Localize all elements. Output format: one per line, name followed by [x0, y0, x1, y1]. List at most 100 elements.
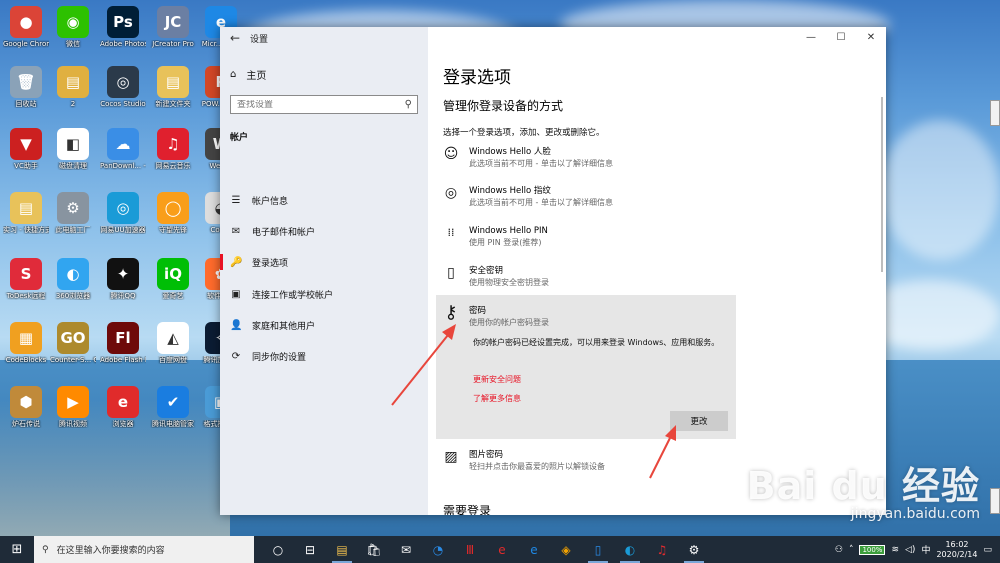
desktop-icon-label: 炉石传说 — [12, 420, 40, 428]
desktop-icon[interactable]: S ToDesk远程 — [3, 258, 49, 300]
desktop-icon[interactable]: ▤ 2 — [50, 66, 96, 108]
app-icon: ◯ — [157, 192, 189, 224]
notification-icon[interactable]: ▭ — [983, 545, 992, 555]
taskbar-search[interactable]: ⚲ 在这里输入你要搜索的内容 — [34, 536, 254, 563]
desktop-icon[interactable]: ▶ 腾讯视频 — [50, 386, 96, 428]
desktop-icon[interactable]: ✦ 腾讯QQ — [100, 258, 146, 300]
desktop-icon[interactable]: ◯ 守望先锋 — [150, 192, 196, 234]
app-icon: ⚙ — [57, 192, 89, 224]
taskbar-app-icon[interactable]: ⚙ — [678, 536, 710, 563]
nav-item-sign-in-options[interactable]: 🔑 登录选项 — [220, 249, 428, 275]
desktop-icon[interactable]: ☁ PanDownl... - 快捷方式 — [100, 128, 146, 170]
settings-search-box[interactable]: ⚲ — [230, 95, 418, 114]
maximize-icon[interactable]: ☐ — [826, 27, 856, 49]
desktop-icon[interactable]: Fl Adobe Flash Profession... — [100, 322, 146, 364]
desktop-icon[interactable]: ◧ 磁盘清理 — [50, 128, 96, 170]
desktop-icon[interactable]: ▤ 实习 - 快捷方式 — [3, 192, 49, 234]
nav-item-label: 连接工作或学校帐户 — [252, 290, 334, 301]
option-title: 密码 — [469, 306, 487, 316]
option-security-key[interactable]: ▯ 安全密钥 使用物理安全密钥登录 — [443, 265, 733, 288]
option-pin[interactable]: ⁞⁞ Windows Hello PIN 使用 PIN 登录(推荐) — [443, 225, 733, 248]
taskbar-app-icon[interactable]: e — [486, 536, 518, 563]
sync-icon: ⟳ — [231, 350, 241, 362]
desktop-icon[interactable]: ⬢ 炉石传说 — [3, 386, 49, 428]
nav-item-work-school[interactable]: ▣ 连接工作或学校帐户 — [220, 281, 428, 307]
option-title: 图片密码 — [469, 450, 504, 460]
taskbar: ⊞ ⚲ 在这里输入你要搜索的内容 ○ ⊟ ▤ 🛍 ✉ ◔ Ⅲe e ◈ ▯ ◐ ♫ ⚙ ⚇ ˄ 100%… — [0, 536, 1000, 563]
taskbar-app-icon[interactable]: ✉ — [390, 536, 422, 563]
taskbar-app-icon[interactable]: e — [518, 536, 550, 563]
desktop-icon[interactable]: ▼ VC助手 — [3, 128, 49, 170]
app-icon: S — [10, 258, 42, 290]
desktop-icon-label: 百度网盘 — [159, 356, 187, 364]
desktop-icon[interactable]: ◭ 百度网盘 — [150, 322, 196, 364]
desktop-icon[interactable]: ✔ 腾讯电脑管家 — [150, 386, 196, 428]
desktop-icon[interactable]: ◎ 网易UU加速器 — [100, 192, 146, 234]
nav-item-family-users[interactable]: 👤 家庭和其他用户 — [220, 312, 428, 338]
file-icon[interactable] — [990, 488, 1000, 514]
option-picture-password[interactable]: ▨ 图片密码 轻扫并点击你最喜爱的照片以解锁设备 — [443, 449, 733, 472]
desktop-icon[interactable]: ♫ 网易云音乐 — [150, 128, 196, 170]
taskbar-app-icon[interactable]: 🛍 — [358, 536, 390, 563]
desktop-icon[interactable]: ▤ 新建文件夹 — [150, 66, 196, 108]
back-arrow-icon[interactable]: ← — [220, 31, 250, 45]
password-option-expanded[interactable]: ⚷ 密码 使用你的帐户密码登录 你的帐户密码已经设置完成，可以用来登录 Wind… — [436, 295, 736, 439]
taskbar-app-icon[interactable]: ◈ — [550, 536, 582, 563]
section-title: 管理你登录设备的方式 — [443, 99, 564, 113]
taskbar-app-icon[interactable]: ◐ — [614, 536, 646, 563]
desktop-icon[interactable]: ● Google Chrome — [3, 6, 49, 48]
app-icon: ♫ — [157, 128, 189, 160]
volume-icon[interactable]: ◁) — [905, 545, 915, 555]
desktop-icon[interactable]: e 浏览器 — [100, 386, 146, 428]
input-method-icon[interactable]: 中 — [921, 543, 930, 556]
desktop-icon[interactable]: Ps Adobe Photosh... — [100, 6, 146, 48]
option-fingerprint[interactable]: ◎ Windows Hello 指纹 此选项当前不可用 - 单击以了解详细信息 — [443, 185, 733, 208]
desktop-icon[interactable]: 🗑 回收站 — [3, 66, 49, 108]
clock[interactable]: 16:02 2020/2/14 — [936, 540, 977, 560]
update-security-questions-link[interactable]: 更新安全问题 — [473, 374, 521, 385]
nav-item-sync-settings[interactable]: ⟳ 同步你的设置 — [220, 343, 428, 369]
nav-item-account-info[interactable]: ☰ 帐户信息 — [220, 187, 428, 213]
taskbar-app-icon[interactable]: ▤ — [326, 536, 358, 563]
chevron-up-icon[interactable]: ˄ — [849, 545, 854, 555]
battery-indicator[interactable]: 100% — [859, 544, 886, 555]
app-icon: ◧ — [57, 128, 89, 160]
scrollbar[interactable] — [881, 97, 883, 272]
change-password-button[interactable]: 更改 — [670, 411, 728, 431]
nav-item-email-accounts[interactable]: ✉ 电子邮件和帐户 — [220, 218, 428, 244]
settings-search-input[interactable] — [237, 99, 397, 110]
option-password[interactable]: ⚷ 密码 使用你的帐户密码登录 — [443, 304, 733, 328]
desktop-icon-label: 腾讯QQ — [110, 292, 136, 300]
option-face[interactable]: ☺ Windows Hello 人脸 此选项当前不可用 - 单击以了解详细信息 — [443, 146, 733, 169]
app-icon: e — [107, 386, 139, 418]
taskbar-app-icon[interactable]: ○ — [262, 536, 294, 563]
nav-home[interactable]: ⌂ 主页 — [230, 67, 266, 82]
taskbar-app-icon[interactable]: ▯ — [582, 536, 614, 563]
close-icon[interactable]: ✕ — [856, 27, 886, 49]
app-icon: ⬢ — [10, 386, 42, 418]
settings-nav: ← 设置 ⌂ 主页 ⚲ 帐户 ☰ 帐户信息 ✉ 电子邮件和帐户 🔑 登录选项 ▣… — [220, 27, 428, 515]
desktop-icon-label: 守望先锋 — [159, 226, 187, 234]
taskbar-app-icon[interactable]: ⊟ — [294, 536, 326, 563]
learn-more-link[interactable]: 了解更多信息 — [473, 393, 521, 404]
desktop-icon[interactable]: ◐ 360浏览器 — [50, 258, 96, 300]
desktop-icon[interactable]: GO Counter-S... Global Off... — [50, 322, 96, 364]
people-icon[interactable]: ⚇ — [835, 545, 843, 555]
taskbar-app-icon[interactable]: ♫ — [646, 536, 678, 563]
app-icon: ▤ — [157, 66, 189, 98]
taskbar-app-icon[interactable]: Ⅲ — [454, 536, 486, 563]
desktop-icon[interactable]: JC JCreator Pro — [150, 6, 196, 48]
page-title: 登录选项 — [443, 68, 511, 88]
nav-item-label: 家庭和其他用户 — [252, 321, 316, 332]
minimize-icon[interactable]: — — [796, 27, 826, 49]
windows-start-icon[interactable]: ⊞ — [0, 542, 34, 557]
desktop-icon[interactable]: ◉ 微信 — [50, 6, 96, 48]
wifi-icon[interactable]: ≋ — [891, 545, 899, 555]
app-icon: ◎ — [107, 66, 139, 98]
file-icon[interactable] — [990, 100, 1000, 126]
taskbar-app-icon[interactable]: ◔ — [422, 536, 454, 563]
desktop-icon[interactable]: ◎ Cocos Studio — [100, 66, 146, 108]
desktop-icon[interactable]: ▦ CodeBlocks — [3, 322, 49, 364]
desktop-icon[interactable]: ⚙ 此电脑工厂 — [50, 192, 96, 234]
desktop-icon[interactable]: iQ 爱奇艺 — [150, 258, 196, 300]
